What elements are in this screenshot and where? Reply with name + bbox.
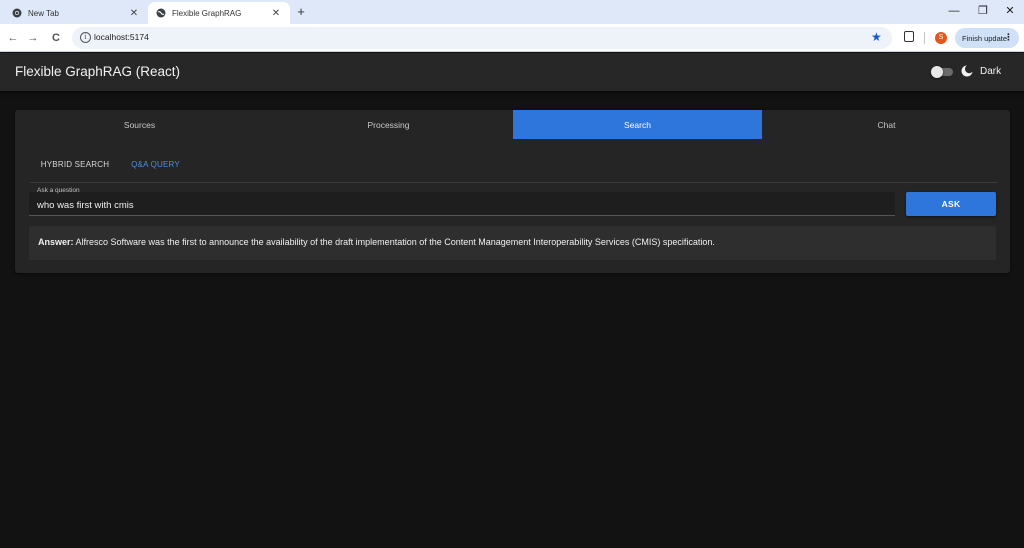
subtab-hybrid-search[interactable]: HYBRID SEARCH [30,160,120,183]
close-tab-icon[interactable]: ✕ [270,8,282,19]
theme-toggle-switch[interactable] [931,66,954,78]
question-field-label: Ask a question [37,187,80,194]
bookmark-star-icon[interactable]: ★ [871,30,882,44]
minimize-window-button[interactable]: — [944,3,964,19]
tab-chat[interactable]: Chat [762,110,1011,139]
close-tab-icon[interactable]: ✕ [128,8,140,19]
address-url[interactable]: localhost:5174 [94,32,149,42]
subtab-qa-query[interactable]: Q&A QUERY [120,160,191,183]
new-tab-button[interactable]: + [294,4,308,20]
moon-icon [961,64,974,77]
subtabs-divider [30,182,997,183]
tab-processing[interactable]: Processing [264,110,513,139]
restore-window-button[interactable]: ❐ [973,3,993,19]
finish-update-label: Finish update [962,33,1008,43]
address-bar[interactable]: i localhost:5174 [72,27,892,49]
browser-tab-strip: New Tab ✕ Flexible GraphRAG ✕ + — ❐ ✕ [0,0,1024,24]
ask-button[interactable]: ASK [906,192,996,216]
tab-sources[interactable]: Sources [15,110,264,139]
toolbar-divider [924,32,925,44]
browser-tab-flexible-graphrag[interactable]: Flexible GraphRAG ✕ [148,2,290,24]
browser-tab-title: Flexible GraphRAG [172,8,242,18]
browser-menu-icon[interactable]: ⋮ [1004,32,1013,43]
globe-icon [156,8,166,18]
tab-search[interactable]: Search [513,110,762,139]
answer-box: Answer: Alfresco Software was the first … [29,226,996,260]
browser-tab-title: New Tab [28,8,59,18]
answer-label: Answer: [38,237,74,247]
app-title: Flexible GraphRAG (React) [15,64,181,79]
question-input[interactable] [37,200,877,211]
site-info-icon[interactable]: i [80,32,91,43]
forward-icon[interactable]: → [26,30,40,46]
app-header: Flexible GraphRAG (React) [0,53,1024,91]
profile-avatar[interactable]: S [935,32,947,44]
extensions-icon[interactable] [904,31,914,42]
question-field[interactable]: Ask a question [29,187,895,216]
chrome-icon [12,8,22,18]
finish-update-button[interactable]: Finish update ⋮ [955,28,1019,48]
main-card: Sources Processing Search Chat HYBRID SE… [15,110,1010,273]
theme-label: Dark [980,66,1002,77]
answer-text: Alfresco Software was the first to annou… [75,237,715,247]
close-window-button[interactable]: ✕ [1000,3,1020,19]
reload-icon[interactable]: C [49,30,63,46]
browser-tab-new-tab[interactable]: New Tab ✕ [4,2,148,24]
back-icon[interactable]: ← [6,30,20,46]
toggle-knob [931,66,943,78]
